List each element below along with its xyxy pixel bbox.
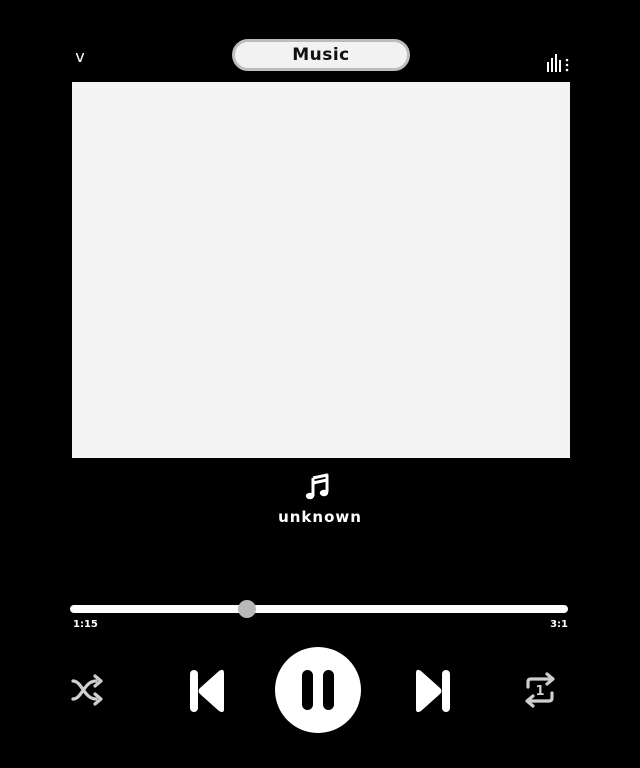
pause-button[interactable]	[275, 647, 361, 733]
collapse-button[interactable]: v	[70, 46, 90, 68]
progress-thumb[interactable]	[237, 600, 256, 618]
equalizer-menu-icon[interactable]	[546, 52, 572, 72]
skip-next-button[interactable]	[412, 666, 454, 716]
pause-icon	[302, 670, 334, 710]
total-time: 3:1	[550, 619, 568, 630]
progress-bar[interactable]	[70, 605, 568, 613]
repeat-one-icon[interactable]: 1	[520, 672, 560, 708]
chevron-down-icon: v	[75, 47, 85, 66]
page-title-label: Music	[292, 45, 350, 65]
skip-previous-button[interactable]	[186, 666, 228, 716]
track-title: unknown	[278, 508, 362, 526]
page-title: Music	[232, 39, 410, 71]
music-note-icon	[305, 473, 329, 500]
shuffle-icon[interactable]	[70, 672, 106, 708]
album-artwork	[72, 82, 570, 458]
repeat-badge: 1	[535, 684, 544, 699]
elapsed-time: 1:15	[73, 619, 98, 630]
